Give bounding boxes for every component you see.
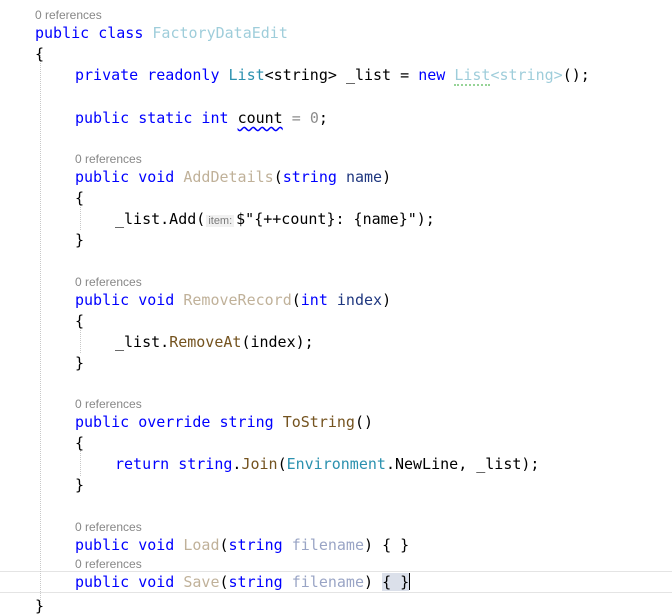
method-adddetails-signature: public void AddDetails(string name) [75, 168, 392, 186]
class-name: FactoryDataEdit [152, 24, 288, 42]
code-editor[interactable]: 0 references public class FactoryDataEdi… [0, 0, 672, 615]
method-close-brace: } [75, 231, 85, 249]
field-list-line: private readonly List<string> _list = ne… [75, 66, 590, 86]
indent-guide [80, 450, 81, 476]
references-codelens[interactable]: 0 references [75, 397, 142, 411]
class-open-brace: { [35, 45, 45, 63]
method-save-line[interactable]: public void Save(string filename) { } [75, 572, 411, 592]
method-name-load: Load [183, 536, 220, 554]
references-codelens[interactable]: 0 references [75, 557, 142, 571]
indent-guide [40, 52, 41, 606]
parameter-name-hint: item: [206, 215, 235, 227]
tostring-body-line: return string.Join(Environment.NewLine, … [115, 455, 540, 473]
references-codelens[interactable]: 0 references [75, 152, 142, 166]
adddetails-body-line: _list.Add(item: $"{++count}: {name}"); [115, 210, 435, 228]
method-name-save: Save [183, 573, 220, 591]
field-count-line: public static int count = 0; [75, 109, 328, 127]
method-load-line: public void Load(string filename) { } [75, 536, 410, 554]
field-count-name[interactable]: count [238, 109, 283, 127]
field-list-name: _list [345, 66, 392, 84]
method-removerecord-signature: public void RemoveRecord(int index) [75, 291, 392, 309]
references-codelens[interactable]: 0 references [75, 520, 142, 534]
references-codelens[interactable]: 0 references [75, 275, 142, 289]
text-caret [409, 573, 411, 590]
brace-match-close: } [400, 573, 410, 591]
brace-match-open: { [382, 573, 401, 591]
method-name-tostring: ToString [282, 413, 355, 431]
method-close-brace: } [75, 476, 85, 494]
method-open-brace: { [75, 434, 85, 452]
suggestion-dots[interactable]: List [454, 66, 491, 86]
references-codelens[interactable]: 0 references [35, 8, 102, 22]
method-tostring-signature: public override string ToString() [75, 413, 374, 431]
removerecord-body-line: _list.RemoveAt(index); [115, 333, 314, 351]
method-close-brace: } [75, 354, 85, 372]
method-open-brace: { [75, 312, 85, 330]
method-name-removerecord: RemoveRecord [183, 291, 292, 309]
class-close-brace: } [35, 597, 45, 615]
method-open-brace: { [75, 189, 85, 207]
method-name-adddetails: AddDetails [183, 168, 274, 186]
class-declaration-line: public class FactoryDataEdit [35, 24, 288, 42]
